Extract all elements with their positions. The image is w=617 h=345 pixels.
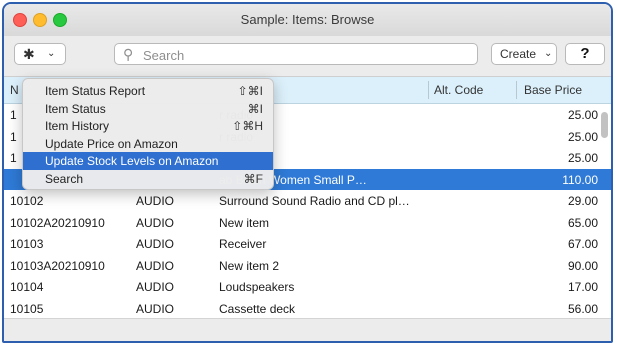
cell-number: 10102A20210910	[10, 215, 105, 230]
cell-base-price: 110.00	[562, 172, 598, 187]
menu-item-label: Search	[45, 171, 84, 186]
cell-number: 10103A20210910	[10, 258, 105, 273]
menu-item[interactable]: Item Status ⌘I	[23, 100, 273, 118]
cell-base-price: 90.00	[567, 258, 598, 273]
action-menu: Item Status Report ⇧⌘I Item Status ⌘I Item H…	[22, 78, 274, 190]
menu-item-label: Update Stock Levels on Amazon	[45, 154, 219, 168]
cell-number: 10102	[10, 194, 44, 208]
menu-item-label: Item Status Report	[45, 84, 146, 98]
cell-name: New item	[219, 215, 270, 230]
menu-item[interactable]: Item History ⇧⌘H	[23, 117, 273, 135]
menu-item[interactable]: Item Status Report ⇧⌘I	[23, 82, 273, 100]
menu-item-shortcut: ⌘I	[247, 101, 263, 116]
cell-base-price: 25.00	[567, 108, 598, 122]
help-button[interactable]: ?	[565, 43, 605, 65]
cell-group: AUDIO	[136, 280, 175, 294]
column-divider[interactable]	[516, 81, 517, 99]
cell-base-price: 17.00	[567, 280, 598, 294]
cell-base-price: 29.00	[567, 194, 598, 208]
table-row[interactable]: 10104 AUDIO Loudspeakers 17.00	[4, 276, 611, 298]
cell-group: AUDIO	[136, 237, 175, 251]
menu-item-shortcut: ⇧⌘I	[237, 84, 263, 98]
vertical-scrollbar[interactable]	[601, 112, 608, 138]
cell-name: Loudspeakers	[219, 280, 295, 294]
cell-name: Receiver	[219, 237, 267, 251]
cell-base-price: 56.00	[567, 301, 598, 316]
table-row[interactable]: 10103A20210910 AUDIO New item 2 90.00	[4, 255, 611, 277]
table-row[interactable]: 10105 AUDIO Cassette deck 56.00	[4, 298, 611, 320]
menu-item[interactable]: Update Stock Levels on Amazon	[23, 152, 273, 170]
cell-name: Surround Sound Radio and CD pl…	[219, 194, 410, 208]
cell-group: AUDIO	[136, 215, 175, 230]
menu-item-shortcut: ⇧⌘H	[232, 119, 263, 133]
search-icon: ⚲	[123, 46, 134, 62]
table-row[interactable]: 10103 AUDIO Receiver 67.00	[4, 233, 611, 255]
column-header-number[interactable]: N	[10, 83, 19, 97]
toolbar: ✱ ⌄ ⚲ Create ⌄ ?	[4, 36, 611, 77]
cell-base-price: 25.00	[567, 129, 598, 144]
cell-number: 10104	[10, 280, 44, 294]
browse-window: Sample: Items: Browse ✱ ⌄ ⚲ Create ⌄ ? N…	[2, 2, 613, 343]
column-divider[interactable]	[428, 81, 429, 99]
menu-item-label: Item History	[45, 119, 110, 133]
menu-item[interactable]: Update Price on Amazon	[23, 135, 273, 153]
title-bar[interactable]: Sample: Items: Browse	[4, 4, 611, 37]
cell-group: AUDIO	[136, 194, 175, 208]
column-header-base-price[interactable]: Base Price	[524, 83, 582, 97]
cell-name: Cassette deck	[219, 301, 296, 316]
cell-base-price: 25.00	[567, 151, 598, 165]
cell-number: 10105	[10, 301, 44, 316]
cell-group: AUDIO	[136, 258, 175, 273]
search-field[interactable]: ⚲	[114, 43, 478, 65]
menu-item-label: Update Price on Amazon	[45, 136, 178, 151]
cell-name: New item 2	[219, 258, 280, 273]
menu-item[interactable]: Search ⌘F	[23, 170, 273, 188]
search-input[interactable]	[141, 46, 445, 64]
menu-item-shortcut: ⌘F	[243, 171, 263, 186]
menu-item-label: Item Status	[45, 101, 106, 116]
cell-group: AUDIO	[136, 301, 175, 316]
cell-number: 10103	[10, 237, 44, 251]
chevron-down-icon: ⌄	[47, 48, 56, 59]
status-bar	[4, 318, 611, 341]
window-title: Sample: Items: Browse	[240, 12, 375, 27]
cell-base-price: 67.00	[567, 237, 598, 251]
column-header-alt-code[interactable]: Alt. Code	[434, 83, 483, 97]
action-menu-button[interactable]: ✱ ⌄	[14, 43, 66, 65]
create-button[interactable]: Create ⌄	[491, 43, 557, 65]
cell-base-price: 65.00	[567, 215, 598, 230]
gear-icon: ✱	[23, 46, 35, 62]
table-row[interactable]: 10102 AUDIO Surround Sound Radio and CD pl…	[4, 190, 611, 212]
create-button-label: Create	[500, 47, 537, 61]
table-row[interactable]: 10102A20210910 AUDIO New item 65.00	[4, 212, 611, 234]
chevron-down-icon: ⌄	[544, 48, 553, 59]
